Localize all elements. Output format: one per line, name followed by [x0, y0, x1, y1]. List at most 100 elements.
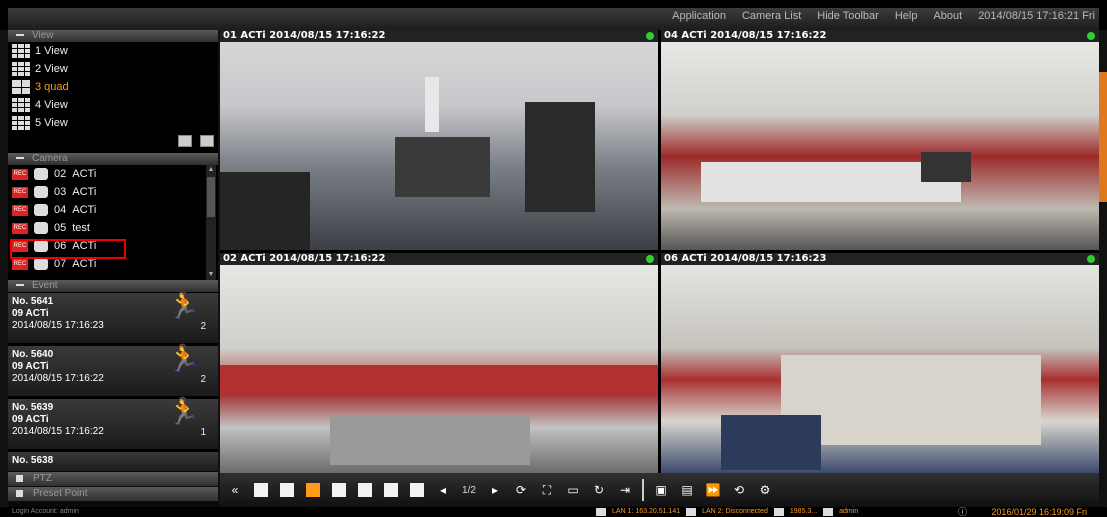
lan1-status: LAN 1: 163.20.51.141: [612, 508, 681, 515]
camera-item[interactable]: REC 03 ACTi: [8, 183, 218, 201]
view-section-title: View: [32, 30, 54, 41]
camera-icon: [34, 258, 48, 270]
settings-icon[interactable]: ⚙: [756, 482, 774, 498]
reload-icon[interactable]: ⟲: [730, 482, 748, 498]
camera-icon: [34, 168, 48, 180]
event-number: No. 5638: [12, 455, 54, 466]
video-tile-06[interactable]: 06 ACTi 2014/08/15 17:16:23: [661, 253, 1099, 473]
view-item-4[interactable]: 4 View: [8, 96, 218, 114]
event-section-header[interactable]: Event: [8, 280, 218, 292]
selected-camera-highlight: [10, 239, 126, 259]
menu-camera-list[interactable]: Camera List: [742, 10, 801, 22]
menu-help[interactable]: Help: [895, 10, 918, 22]
login-account: Login Account: admin: [12, 508, 79, 515]
preset-section-header[interactable]: Preset Point: [8, 487, 218, 501]
info-icon[interactable]: ⓘ: [958, 507, 967, 517]
snapshot-icon[interactable]: ▣: [652, 482, 670, 498]
tile-title: 02 ACTi 2014/08/15 17:16:22: [220, 253, 658, 265]
ptz-section-header[interactable]: PTZ: [8, 472, 218, 486]
video-tile-01[interactable]: 01 ACTi 2014/08/15 17:16:22: [220, 30, 658, 250]
video-feed: [220, 42, 658, 250]
prev-layout-icon[interactable]: «: [226, 482, 244, 498]
layout-10-button[interactable]: [356, 482, 374, 498]
layout-13-button[interactable]: [382, 482, 400, 498]
layout-quad-button[interactable]: [304, 482, 322, 498]
view-item-2[interactable]: 2 View: [8, 60, 218, 78]
motion-detect-icon: 🏃: [167, 343, 200, 373]
camera-name: test: [72, 222, 90, 234]
camera-number: 04: [54, 204, 67, 216]
main-menu: Application Camera List Hide Toolbar Hel…: [672, 10, 1095, 22]
edit-view-icon[interactable]: [200, 135, 214, 147]
scroll-up-icon[interactable]: ▲: [206, 165, 216, 175]
scroll-thumb[interactable]: [207, 177, 215, 217]
video-tile-04[interactable]: 04 ACTi 2014/08/15 17:16:22: [661, 30, 1099, 250]
prev-page-icon[interactable]: ◂: [434, 482, 452, 498]
event-item[interactable]: No. 5638: [8, 452, 218, 471]
disk-icon: [773, 508, 784, 516]
motion-detect-icon: 🏃: [167, 292, 200, 320]
add-view-icon[interactable]: [178, 135, 192, 147]
camera-section-title: Camera: [32, 153, 68, 164]
camera-item[interactable]: REC 04 ACTi: [8, 201, 218, 219]
layout-16-button[interactable]: [408, 482, 426, 498]
motion-detect-icon: 🏃: [167, 396, 200, 426]
next-page-icon[interactable]: ▸: [486, 482, 504, 498]
fullscreen-icon[interactable]: ⛶: [538, 482, 556, 498]
camera-icon: [34, 204, 48, 216]
layout-1-button[interactable]: [252, 482, 270, 498]
export-icon[interactable]: ⇥: [616, 482, 634, 498]
view-item-3[interactable]: 3 quad: [8, 78, 218, 96]
layout-2-button[interactable]: [278, 482, 296, 498]
scroll-down-icon[interactable]: ▼: [206, 270, 216, 280]
camera-number: 05: [54, 222, 67, 234]
menu-application[interactable]: Application: [672, 10, 726, 22]
top-bar: Application Camera List Hide Toolbar Hel…: [0, 0, 1107, 30]
minus-icon: [16, 34, 24, 37]
status-online-icon: [1087, 32, 1095, 40]
camera-item[interactable]: REC 02 ACTi: [8, 165, 218, 183]
bottom-toolbar: « ◂ 1/2 ▸ ⟳ ⛶ ▭ ↻ ⇥ ▣ ▤ ⏩ ⟲ ⚙: [220, 473, 1099, 507]
side-tab[interactable]: [1099, 72, 1107, 202]
view-item-1[interactable]: 1 View: [8, 42, 218, 60]
menu-hide-toolbar[interactable]: Hide Toolbar: [817, 10, 879, 22]
grid-2-icon: [12, 62, 30, 76]
playback-icon[interactable]: ⏩: [704, 482, 722, 498]
toolbar-separator: [642, 479, 644, 501]
menu-about[interactable]: About: [933, 10, 962, 22]
event-time: 2014/08/15 17:16:22: [12, 373, 104, 384]
event-count: 1: [200, 427, 206, 438]
camera-name: ACTi: [72, 258, 97, 270]
video-feed: [220, 265, 658, 473]
rec-icon: REC: [12, 204, 28, 216]
view-item-label: 5 View: [35, 117, 68, 129]
event-item[interactable]: No. 5641 09 ACTi 2014/08/15 17:16:23 🏃 2: [8, 292, 218, 343]
sidebar: View 1 View 2 View 3 quad 4 View 5 View …: [8, 30, 218, 507]
monitor-icon[interactable]: ▭: [564, 482, 582, 498]
event-count: 2: [200, 321, 206, 332]
camera-name: ACTi: [72, 204, 97, 216]
event-section-title: Event: [32, 280, 58, 291]
ptz-section-title: PTZ: [33, 473, 52, 484]
camera-section-header[interactable]: Camera: [8, 153, 218, 165]
status-datetime: 2016/01/29 16:19:09 Fri: [991, 507, 1087, 517]
sequence-icon[interactable]: ⟳: [512, 482, 530, 498]
refresh-icon[interactable]: ↻: [590, 482, 608, 498]
camera-number: 03: [54, 186, 67, 198]
view-section-header[interactable]: View: [8, 30, 218, 42]
camera-item[interactable]: REC 05 test: [8, 219, 218, 237]
right-side-panel[interactable]: [1099, 30, 1107, 473]
tile-title: 01 ACTi 2014/08/15 17:16:22: [220, 30, 658, 42]
view-item-label: 3 quad: [35, 81, 69, 93]
grid-1-icon: [12, 44, 30, 58]
camera-number: 02: [54, 168, 67, 180]
view-item-5[interactable]: 5 View: [8, 114, 218, 132]
video-tile-02[interactable]: 02 ACTi 2014/08/15 17:16:22: [220, 253, 658, 473]
layout-9-button[interactable]: [330, 482, 348, 498]
event-item[interactable]: No. 5639 09 ACTi 2014/08/15 17:16:22 🏃 1: [8, 396, 218, 449]
view-item-label: 1 View: [35, 45, 68, 57]
display-icon[interactable]: ▤: [678, 482, 696, 498]
camera-list-scrollbar[interactable]: ▲ ▼: [206, 165, 216, 280]
event-item[interactable]: No. 5640 09 ACTi 2014/08/15 17:16:22 🏃 2: [8, 343, 218, 396]
lan2-status: LAN 2: Disconnected: [702, 508, 768, 515]
